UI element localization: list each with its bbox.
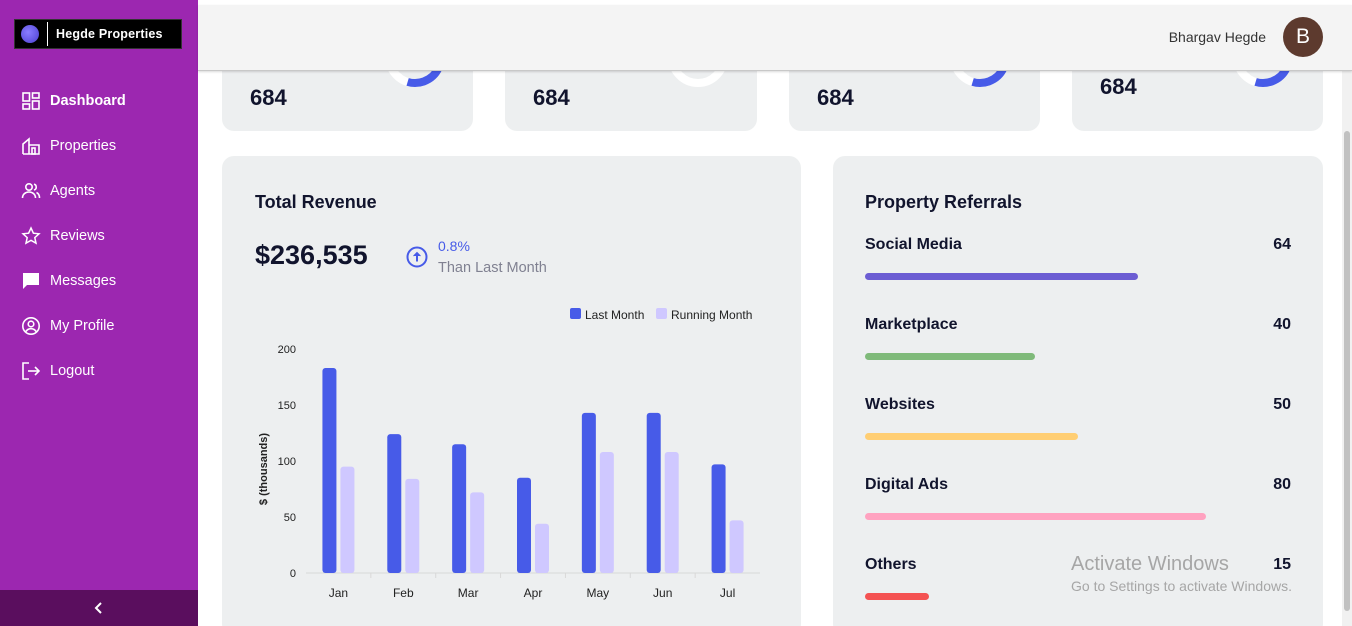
sidebar-item-agents[interactable]: Agents [0,168,198,213]
bar-running-month [535,523,549,573]
y-tick-label: 0 [290,568,296,580]
bar-last-month [387,434,402,573]
referral-row: Digital Ads 80 [865,476,1291,524]
y-tick-label: 200 [278,344,296,356]
brand-logo[interactable]: Hegde Properties [14,19,182,49]
stat-value: 684 [1100,74,1137,99]
sidebar-item-reviews[interactable]: Reviews [0,213,198,258]
referral-value: 50 [1273,396,1291,413]
chevron-left-icon [94,602,102,614]
sidebar-item-properties[interactable]: Properties [0,123,198,168]
legend-label: Last Month [585,308,644,322]
watermark-title: Activate Windows [1071,553,1229,575]
profile-icon [21,316,41,336]
activate-windows-watermark: Activate Windows Go to Settings to activ… [1071,553,1292,594]
building-icon [21,136,41,156]
bar-running-month [470,492,485,573]
message-icon [21,271,41,291]
bar-last-month [452,444,467,573]
referral-row: Social Media 64 [865,236,1291,284]
people-icon [21,181,41,201]
bar-running-month [599,452,614,573]
page-scrollbar[interactable] [1342,71,1352,626]
referral-value: 40 [1273,316,1291,333]
bar-running-month [729,520,744,573]
referral-label: Others [865,556,917,573]
sidebar-item-dashboard[interactable]: Dashboard [0,78,198,123]
sidebar-item-my-profile[interactable]: My Profile [0,303,198,348]
star-icon [21,225,41,246]
avatar[interactable]: B [1283,17,1323,57]
legend-swatch [570,308,581,319]
bar-running-month [664,452,679,573]
y-axis-label: $ (thousands) [258,433,270,505]
referral-label: Social Media [865,236,962,253]
sidebar-item-label: Reviews [50,227,105,244]
x-tick-label: Jan [329,586,348,600]
referral-label: Marketplace [865,316,958,333]
sidebar-item-label: Properties [50,137,117,154]
revenue-bar-chart: 0 50 100 150 200 $ (thousands) Jan Feb Mar Apr May… [258,308,760,600]
logout-icon [21,361,41,381]
watermark-subtitle: Go to Settings to activate Windows. [1071,578,1292,594]
referral-progress-bar [865,433,1078,440]
referral-row: Websites 50 [865,396,1291,444]
referral-label: Websites [865,396,935,413]
bar-running-month [405,478,420,573]
x-tick-label: Jul [720,586,735,600]
y-tick-label: 100 [278,456,296,468]
top-header: Bhargav Hegde B [198,5,1352,71]
stat-value: 684 [533,85,570,110]
bar-last-month [517,477,531,573]
legend-swatch [656,308,667,319]
x-tick-label: Mar [458,586,479,600]
scrollbar-thumb[interactable] [1344,131,1350,611]
sidebar: Hegde Properties Dashboard Properties Ag… [0,0,198,626]
user-name: Bhargav Hegde [1168,29,1266,45]
stat-value: 684 [817,85,854,110]
referral-label: Digital Ads [865,476,948,493]
stat-value: 684 [250,85,287,110]
brand-name: Hegde Properties [56,27,163,41]
referral-progress-bar [865,513,1206,520]
x-tick-label: Feb [393,586,414,600]
referral-value: 80 [1273,476,1291,493]
referral-row: Marketplace 40 [865,316,1291,364]
y-tick-label: 150 [278,400,296,412]
referral-progress-bar [865,273,1138,280]
x-tick-label: Apr [524,586,543,600]
sidebar-item-label: Messages [50,272,117,289]
sidebar-item-label: Logout [50,362,95,379]
bar-last-month [322,368,337,573]
bar-last-month [646,412,661,573]
bar-last-month [581,412,596,573]
sidebar-item-label: My Profile [50,317,115,334]
sidebar-item-label: Dashboard [50,92,126,109]
sidebar-nav: Dashboard Properties Agents Reviews Mess… [0,78,198,393]
legend-label: Running Month [671,308,752,322]
bar-last-month [711,464,726,573]
sidebar-item-label: Agents [50,182,96,199]
sidebar-item-logout[interactable]: Logout [0,348,198,393]
x-tick-label: May [587,586,610,600]
referral-progress-bar [865,353,1036,360]
y-tick-label: 50 [284,512,296,524]
total-revenue-card: Total Revenue $236,535 0.8% Than Last Mo… [222,156,801,626]
bar-running-month [340,466,355,573]
referral-progress-bar [865,593,929,600]
card-title: Property Referrals [865,192,1023,212]
x-tick-label: Jun [653,586,672,600]
logo-icon [21,25,39,43]
dashboard-icon [21,91,41,111]
sidebar-collapse-button[interactable] [0,590,198,626]
referral-value: 64 [1273,236,1291,253]
sidebar-item-messages[interactable]: Messages [0,258,198,303]
